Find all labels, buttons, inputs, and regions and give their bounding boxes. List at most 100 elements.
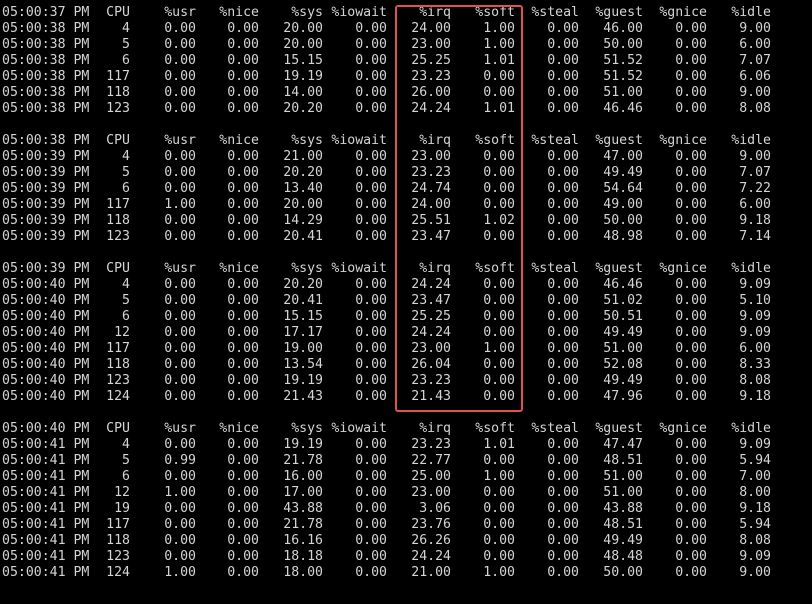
cell-sys: 20.41 bbox=[283, 293, 323, 308]
cell-nice: 0.00 bbox=[227, 213, 259, 228]
cell-steal: 0.00 bbox=[547, 341, 579, 356]
cell-gnice: 0.00 bbox=[675, 229, 707, 244]
cell-time: 05:00:38 PM bbox=[2, 101, 90, 116]
cell-guest: 50.00 bbox=[603, 213, 643, 228]
cell-soft: 0.00 bbox=[483, 485, 515, 500]
cell-nice: 0.00 bbox=[227, 277, 259, 292]
cell-time: 05:00:41 PM bbox=[2, 485, 90, 500]
cell-iowait: 0.00 bbox=[355, 517, 387, 532]
cell-sys: 14.29 bbox=[283, 213, 323, 228]
cell-guest: 49.49 bbox=[603, 325, 643, 340]
cell-guest: 51.00 bbox=[603, 485, 643, 500]
cell-time: 05:00:41 PM bbox=[2, 549, 90, 564]
cell-sys: 13.54 bbox=[283, 357, 323, 372]
cell-steal: 0.00 bbox=[547, 37, 579, 52]
cell-idle: 9.00 bbox=[739, 21, 771, 36]
cell-guest: 49.49 bbox=[603, 533, 643, 548]
cell-usr: 0.00 bbox=[164, 389, 196, 404]
cell-usr: 0.99 bbox=[164, 453, 196, 468]
cell-irq: 25.00 bbox=[411, 469, 451, 484]
cell-usr: 0.00 bbox=[164, 341, 196, 356]
cell-guest: 49.49 bbox=[603, 373, 643, 388]
header-guest: %guest bbox=[595, 261, 643, 276]
header-iowait: %iowait bbox=[331, 421, 387, 436]
cell-gnice: 0.00 bbox=[675, 501, 707, 516]
cell-idle: 6.00 bbox=[739, 197, 771, 212]
cell-guest: 49.49 bbox=[603, 165, 643, 180]
cell-gnice: 0.00 bbox=[675, 325, 707, 340]
header-gnice: %gnice bbox=[659, 261, 707, 276]
stats-header-row: 05:00:40 PM CPU %usr %nice %sys %iowait %irq %s… bbox=[0, 421, 812, 437]
cell-usr: 0.00 bbox=[164, 37, 196, 52]
cell-usr: 0.00 bbox=[164, 357, 196, 372]
cell-sys: 16.00 bbox=[283, 469, 323, 484]
cell-sys: 20.41 bbox=[283, 229, 323, 244]
cell-guest: 48.48 bbox=[603, 549, 643, 564]
cell-iowait: 0.00 bbox=[355, 69, 387, 84]
cell-cpu: 117 bbox=[106, 69, 130, 84]
stats-row: 05:00:41 PM 117 0.00 0.00 21.78 0.00 23.76 0.00… bbox=[0, 517, 812, 533]
cell-idle: 7.22 bbox=[739, 181, 771, 196]
header-guest: %guest bbox=[595, 5, 643, 20]
cell-nice: 0.00 bbox=[227, 517, 259, 532]
cell-guest: 50.00 bbox=[603, 37, 643, 52]
cell-guest: 48.98 bbox=[603, 229, 643, 244]
cell-sys: 20.20 bbox=[283, 101, 323, 116]
header-steal: %steal bbox=[531, 261, 579, 276]
header-time: 05:00:38 PM bbox=[2, 133, 90, 148]
cell-guest: 54.64 bbox=[603, 181, 643, 196]
cell-usr: 0.00 bbox=[164, 69, 196, 84]
cell-usr: 1.00 bbox=[164, 197, 196, 212]
cell-steal: 0.00 bbox=[547, 165, 579, 180]
cell-steal: 0.00 bbox=[547, 21, 579, 36]
cell-cpu: 4 bbox=[122, 149, 130, 164]
cell-time: 05:00:41 PM bbox=[2, 533, 90, 548]
cell-time: 05:00:41 PM bbox=[2, 453, 90, 468]
cell-gnice: 0.00 bbox=[675, 389, 707, 404]
stats-row: 05:00:41 PM 123 0.00 0.00 18.18 0.00 24.24 0.00… bbox=[0, 549, 812, 565]
cell-nice: 0.00 bbox=[227, 101, 259, 116]
cell-idle: 8.33 bbox=[739, 357, 771, 372]
cell-guest: 47.47 bbox=[603, 437, 643, 452]
cell-steal: 0.00 bbox=[547, 437, 579, 452]
cell-time: 05:00:40 PM bbox=[2, 293, 90, 308]
cell-time: 05:00:39 PM bbox=[2, 229, 90, 244]
header-gnice: %gnice bbox=[659, 5, 707, 20]
cell-guest: 46.00 bbox=[603, 21, 643, 36]
cell-time: 05:00:41 PM bbox=[2, 501, 90, 516]
cell-guest: 51.00 bbox=[603, 85, 643, 100]
cell-idle: 9.00 bbox=[739, 85, 771, 100]
cell-usr: 0.00 bbox=[164, 101, 196, 116]
cell-usr: 0.00 bbox=[164, 229, 196, 244]
header-usr: %usr bbox=[164, 421, 196, 436]
cell-guest: 51.00 bbox=[603, 341, 643, 356]
cell-time: 05:00:41 PM bbox=[2, 437, 90, 452]
cell-nice: 0.00 bbox=[227, 341, 259, 356]
cell-gnice: 0.00 bbox=[675, 293, 707, 308]
cell-cpu: 118 bbox=[106, 213, 130, 228]
cell-iowait: 0.00 bbox=[355, 101, 387, 116]
cell-steal: 0.00 bbox=[547, 517, 579, 532]
cell-steal: 0.00 bbox=[547, 501, 579, 516]
cell-guest: 46.46 bbox=[603, 101, 643, 116]
header-steal: %steal bbox=[531, 133, 579, 148]
cell-usr: 0.00 bbox=[164, 437, 196, 452]
cell-nice: 0.00 bbox=[227, 469, 259, 484]
header-guest: %guest bbox=[595, 421, 643, 436]
cell-usr: 0.00 bbox=[164, 549, 196, 564]
cell-gnice: 0.00 bbox=[675, 165, 707, 180]
cell-guest: 51.52 bbox=[603, 69, 643, 84]
cell-idle: 9.18 bbox=[739, 389, 771, 404]
cell-time: 05:00:40 PM bbox=[2, 325, 90, 340]
cell-nice: 0.00 bbox=[227, 389, 259, 404]
cell-gnice: 0.00 bbox=[675, 565, 707, 580]
cell-time: 05:00:39 PM bbox=[2, 181, 90, 196]
cell-time: 05:00:39 PM bbox=[2, 165, 90, 180]
cell-cpu: 19 bbox=[114, 501, 130, 516]
stats-row: 05:00:41 PM 5 0.99 0.00 21.78 0.00 22.77 0.00 0.… bbox=[0, 453, 812, 469]
cell-iowait: 0.00 bbox=[355, 85, 387, 100]
cell-idle: 9.09 bbox=[739, 325, 771, 340]
cell-cpu: 117 bbox=[106, 341, 130, 356]
header-sys: %sys bbox=[291, 261, 323, 276]
cell-cpu: 5 bbox=[122, 165, 130, 180]
